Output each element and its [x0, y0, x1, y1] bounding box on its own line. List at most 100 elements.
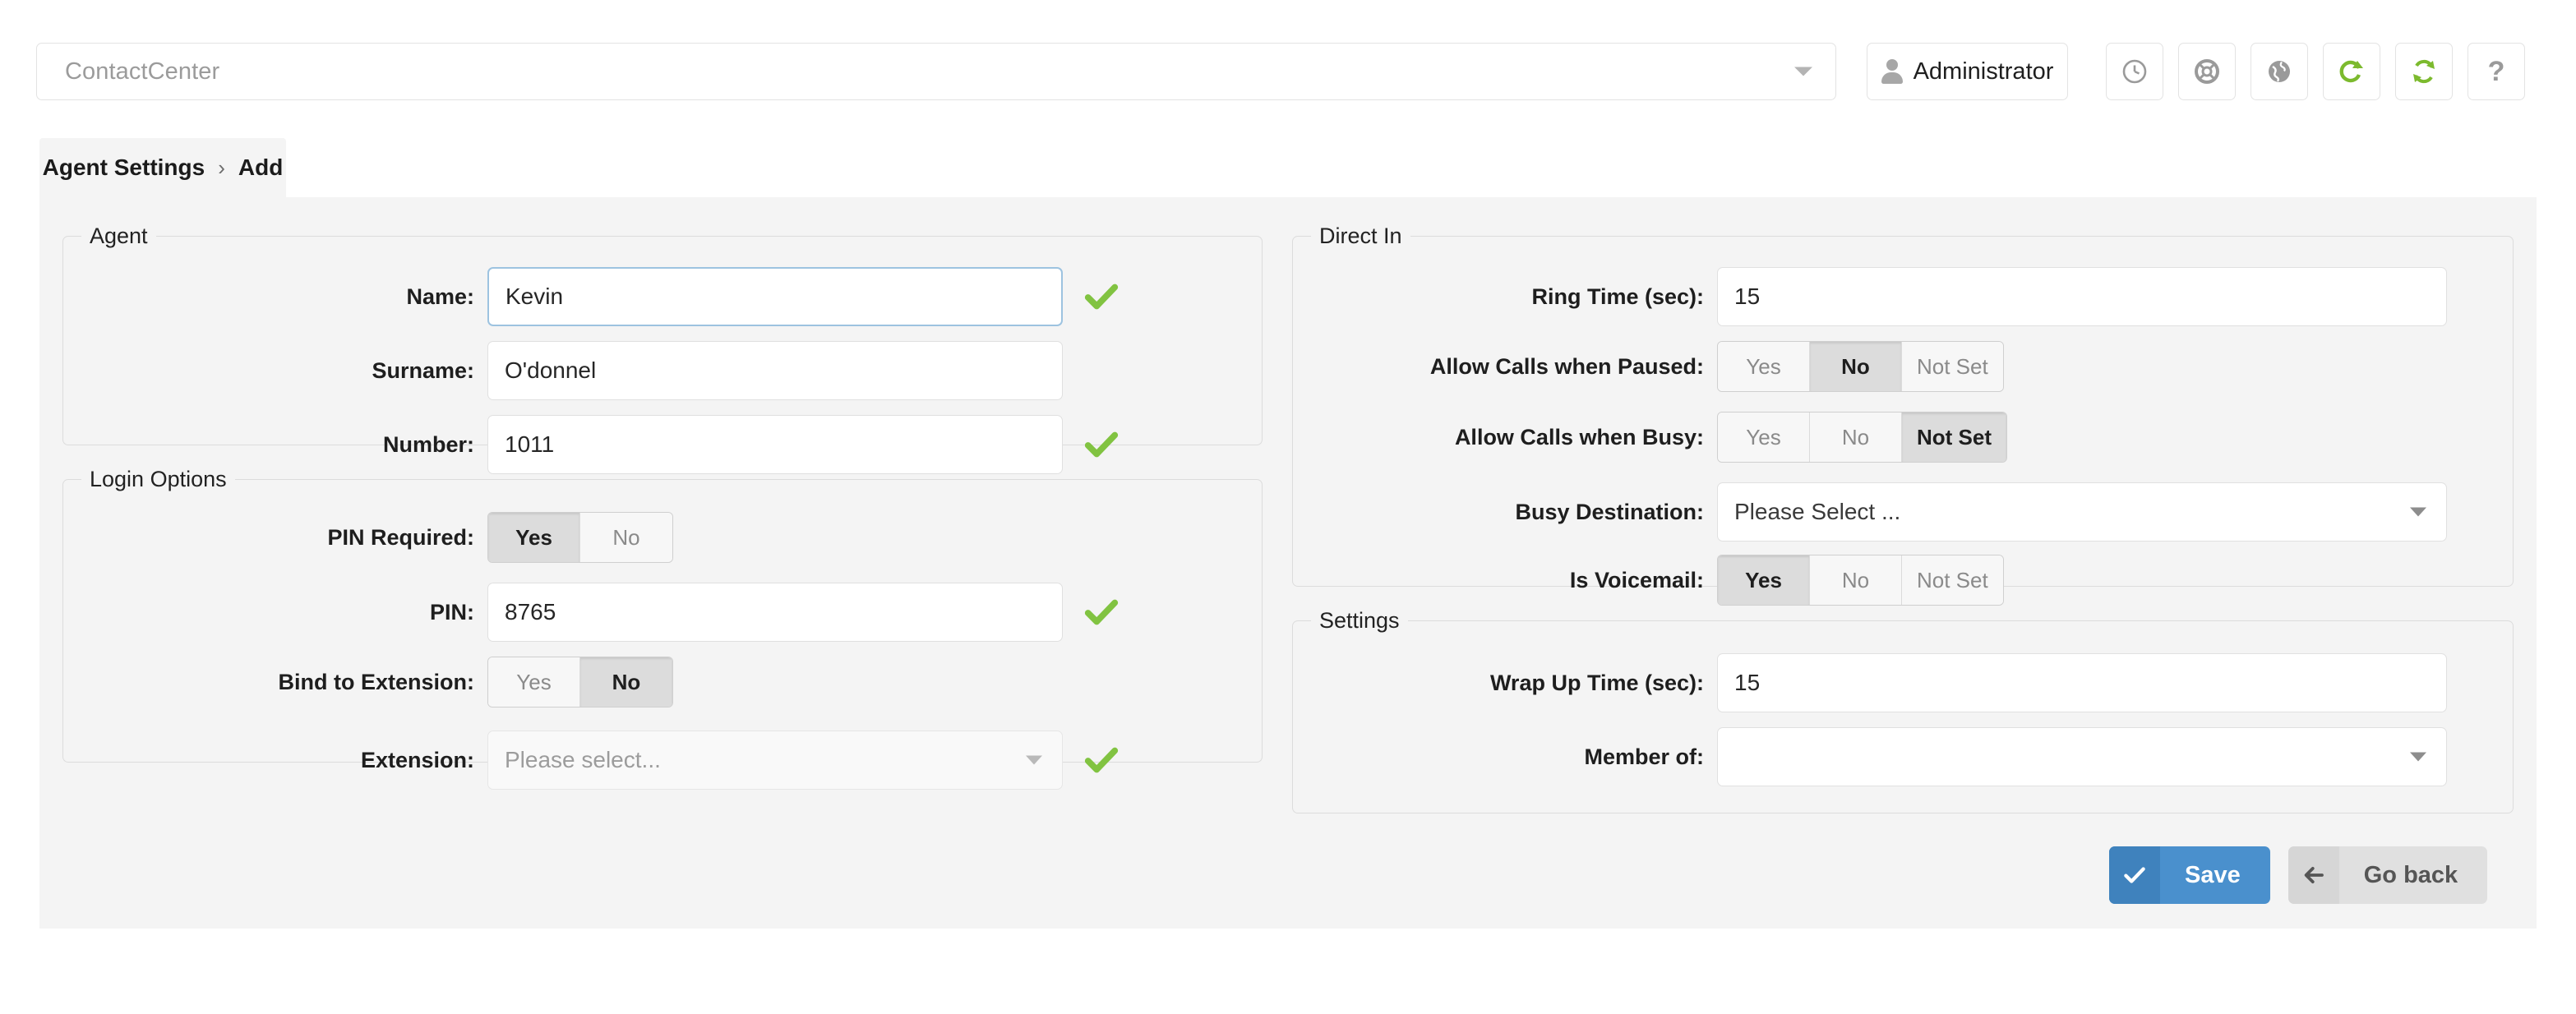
field-row-allow-calls-busy: Allow Calls when Busy: Yes No Not Set — [1293, 412, 2513, 463]
sync-icon-button[interactable] — [2395, 43, 2453, 100]
field-row-pin-required: PIN Required: Yes No — [63, 512, 1262, 563]
pin-label: PIN: — [430, 599, 474, 625]
allow-calls-busy-option-not-set[interactable]: Not Set — [1902, 413, 2006, 462]
is-voicemail-option-no[interactable]: No — [1810, 555, 1902, 605]
is-voicemail-option-not-set[interactable]: Not Set — [1902, 555, 2003, 605]
save-button-label: Save — [2185, 861, 2241, 888]
form-panel: Agent Name: Kevin Surname: O'donnel Numb… — [39, 197, 2537, 929]
check-icon — [2109, 846, 2160, 904]
field-row-ring-time: Ring Time (sec): 15 — [1293, 267, 2513, 326]
bind-to-extension-label: Bind to Extension: — [278, 669, 475, 694]
valid-check-icon — [1084, 599, 1119, 625]
wrap-up-time-input[interactable]: 15 — [1717, 653, 2447, 712]
is-voicemail-option-yes[interactable]: Yes — [1718, 555, 1810, 605]
user-icon — [1881, 59, 1903, 84]
valid-check-icon — [1084, 747, 1119, 773]
field-row-number: Number: 1011 — [63, 415, 1262, 474]
allow-calls-paused-option-yes[interactable]: Yes — [1718, 342, 1810, 391]
life-ring-icon — [2195, 59, 2219, 84]
arrow-left-icon — [2287, 846, 2339, 904]
ring-time-label: Ring Time (sec): — [1531, 283, 1704, 309]
chevron-down-icon — [1026, 755, 1042, 765]
refresh-icon-button[interactable] — [2323, 43, 2380, 100]
chevron-down-icon — [2410, 507, 2426, 517]
surname-input[interactable]: O'donnel — [487, 341, 1063, 400]
help-icon: ? — [2487, 56, 2505, 87]
globe-icon — [2269, 61, 2290, 82]
allow-calls-busy-option-yes[interactable]: Yes — [1718, 413, 1810, 462]
is-voicemail-label: Is Voicemail: — [1569, 567, 1704, 592]
member-of-select[interactable] — [1717, 727, 2447, 786]
breadcrumb-tab[interactable]: Agent Settings › Add — [39, 138, 286, 197]
surname-input-value: O'donnel — [505, 357, 597, 383]
allow-calls-paused-label: Allow Calls when Paused: — [1429, 353, 1704, 379]
allow-calls-paused-toggle-group[interactable]: Yes No Not Set — [1717, 341, 2004, 392]
wrap-up-time-input-value: 15 — [1734, 670, 1761, 695]
bind-to-extension-toggle-group[interactable]: Yes No — [487, 657, 673, 707]
breadcrumb: Agent Settings › Add — [43, 154, 284, 181]
field-row-name: Name: Kevin — [63, 267, 1262, 326]
bind-to-extension-option-yes[interactable]: Yes — [488, 657, 580, 707]
help-icon-button[interactable]: ? — [2468, 43, 2525, 100]
login-options-legend: Login Options — [90, 467, 227, 491]
allow-calls-busy-option-no[interactable]: No — [1810, 413, 1902, 462]
busy-destination-label: Busy Destination: — [1515, 499, 1704, 524]
is-voicemail-toggle-group[interactable]: Yes No Not Set — [1717, 555, 2004, 606]
breadcrumb-root[interactable]: Agent Settings — [43, 154, 205, 181]
sync-icon — [2413, 59, 2435, 84]
surname-label: Surname: — [372, 357, 474, 383]
pin-required-label: PIN Required: — [327, 524, 474, 550]
ring-time-input[interactable]: 15 — [1717, 267, 2447, 326]
name-input[interactable]: Kevin — [487, 267, 1063, 326]
pin-required-option-yes[interactable]: Yes — [488, 513, 580, 562]
admin-user-label: Administrator — [1913, 58, 2054, 85]
ring-time-input-value: 15 — [1734, 283, 1761, 309]
clock-icon — [2122, 59, 2147, 84]
number-label: Number: — [382, 431, 474, 457]
valid-check-icon — [1084, 283, 1119, 310]
field-row-member-of: Member of: — [1293, 727, 2513, 786]
refresh-icon — [2339, 60, 2363, 83]
pin-required-option-no[interactable]: No — [580, 513, 672, 562]
field-row-busy-destination: Busy Destination: Please Select ... — [1293, 482, 2513, 542]
extension-select-placeholder: Please select... — [505, 747, 661, 772]
breadcrumb-current: Add — [238, 154, 284, 180]
go-back-button-label: Go back — [2363, 861, 2458, 888]
field-row-allow-calls-paused: Allow Calls when Paused: Yes No Not Set — [1293, 341, 2513, 392]
save-button[interactable]: Save — [2109, 846, 2270, 904]
field-row-wrap-up-time: Wrap Up Time (sec): 15 — [1293, 653, 2513, 712]
field-row-extension: Extension: Please select... — [63, 731, 1262, 790]
extension-select[interactable]: Please select... — [487, 731, 1063, 790]
valid-check-icon — [1084, 431, 1119, 458]
name-label: Name: — [406, 283, 474, 309]
allow-calls-busy-label: Allow Calls when Busy: — [1454, 424, 1704, 449]
admin-user-button[interactable]: Administrator — [1867, 43, 2068, 100]
field-row-surname: Surname: O'donnel — [63, 341, 1262, 400]
number-input-value: 1011 — [505, 431, 555, 457]
form-actions: Save Go back — [2109, 846, 2488, 904]
pin-required-toggle-group[interactable]: Yes No — [487, 512, 673, 563]
allow-calls-paused-option-not-set[interactable]: Not Set — [1902, 342, 2003, 391]
chevron-down-icon — [1794, 67, 1812, 76]
busy-destination-select[interactable]: Please Select ... — [1717, 482, 2447, 542]
wrap-up-time-label: Wrap Up Time (sec): — [1489, 670, 1704, 695]
field-row-pin: PIN: 8765 — [63, 583, 1262, 642]
go-back-button[interactable]: Go back — [2287, 846, 2488, 904]
name-input-value: Kevin — [506, 283, 564, 309]
bind-to-extension-option-no[interactable]: No — [580, 657, 672, 707]
field-row-is-voicemail: Is Voicemail: Yes No Not Set — [1293, 555, 2513, 606]
life-ring-icon-button[interactable] — [2178, 43, 2236, 100]
context-select-value: ContactCenter — [65, 58, 220, 85]
direct-in-fieldset: Direct In Ring Time (sec): 15 Allow Call… — [1292, 224, 2514, 606]
context-select[interactable]: ContactCenter — [36, 43, 1836, 100]
allow-calls-busy-toggle-group[interactable]: Yes No Not Set — [1717, 412, 2007, 463]
settings-fieldset: Settings Wrap Up Time (sec): 15 Member o… — [1292, 608, 2514, 814]
pin-input[interactable]: 8765 — [487, 583, 1063, 642]
globe-icon-button[interactable] — [2251, 43, 2308, 100]
agent-legend: Agent — [90, 224, 148, 248]
clock-icon-button[interactable] — [2106, 43, 2163, 100]
field-row-bind-extension: Bind to Extension: Yes No — [63, 657, 1262, 707]
login-options-fieldset: Login Options PIN Required: Yes No PIN: … — [62, 467, 1263, 790]
number-input[interactable]: 1011 — [487, 415, 1063, 474]
allow-calls-paused-option-no[interactable]: No — [1810, 342, 1902, 391]
